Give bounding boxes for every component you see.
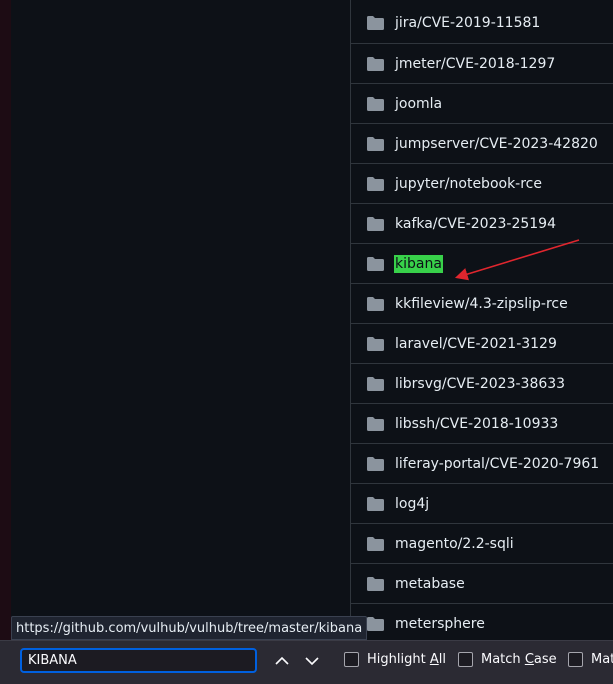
folder-icon <box>367 296 384 311</box>
folder-row[interactable]: kkfileview/4.3-zipslip-rce <box>351 284 613 324</box>
folder-row[interactable]: joomla <box>351 84 613 124</box>
folder-icon <box>367 56 384 71</box>
match-case-checkbox[interactable] <box>458 652 473 667</box>
folder-list: jira/CVE-2019-11581 jmeter/CVE-2018-1297 j… <box>351 2 613 640</box>
status-url: https://github.com/vulhub/vulhub/tree/ma… <box>11 616 368 640</box>
folder-link[interactable]: laravel/CVE-2021-3129 <box>394 335 558 353</box>
folder-link[interactable]: kafka/CVE-2023-25194 <box>394 215 557 233</box>
folder-icon <box>367 496 384 511</box>
highlight-all-checkbox[interactable] <box>344 652 359 667</box>
folder-link[interactable]: metersphere <box>394 615 486 633</box>
folder-icon <box>367 456 384 471</box>
folder-row[interactable]: laravel/CVE-2021-3129 <box>351 324 613 364</box>
folder-link[interactable]: log4j <box>394 495 430 513</box>
folder-icon <box>367 96 384 111</box>
folder-icon <box>367 136 384 151</box>
folder-link[interactable]: jira/CVE-2019-11581 <box>394 14 541 32</box>
folder-row[interactable]: librsvg/CVE-2023-38633 <box>351 364 613 404</box>
folder-row[interactable]: kafka/CVE-2023-25194 <box>351 204 613 244</box>
folder-link[interactable]: jmeter/CVE-2018-1297 <box>394 55 556 73</box>
file-list: jira/CVE-2019-11581 jmeter/CVE-2018-1297 j… <box>350 0 613 640</box>
find-next-button[interactable] <box>299 650 325 672</box>
folder-icon <box>367 616 384 631</box>
folder-link[interactable]: kkfileview/4.3-zipslip-rce <box>394 295 569 313</box>
window-edge <box>0 0 11 684</box>
folder-icon <box>367 15 384 30</box>
match-diacritics-checkbox[interactable] <box>568 652 583 667</box>
folder-link[interactable]: jupyter/notebook-rce <box>394 175 543 193</box>
folder-icon <box>367 176 384 191</box>
folder-link[interactable]: kibana <box>394 254 443 273</box>
folder-row[interactable]: metersphere <box>351 604 613 640</box>
folder-row[interactable]: metabase <box>351 564 613 604</box>
folder-link[interactable]: magento/2.2-sqli <box>394 535 515 553</box>
folder-row[interactable]: libssh/CVE-2018-10933 <box>351 404 613 444</box>
folder-row[interactable]: jira/CVE-2019-11581 <box>351 2 613 44</box>
folder-icon <box>367 256 384 271</box>
folder-icon <box>367 536 384 551</box>
left-panel <box>11 0 350 640</box>
match-case-option[interactable]: Match Case <box>458 652 557 667</box>
folder-row[interactable]: kibana <box>351 244 613 284</box>
folder-row[interactable]: log4j <box>351 484 613 524</box>
folder-link[interactable]: metabase <box>394 575 466 593</box>
folder-row[interactable]: jupyter/notebook-rce <box>351 164 613 204</box>
folder-link[interactable]: joomla <box>394 95 443 113</box>
highlight-all-option[interactable]: Highlight All <box>344 652 446 667</box>
folder-icon <box>367 376 384 391</box>
find-bar: Highlight All Match Case Mat <box>0 640 613 684</box>
folder-link[interactable]: librsvg/CVE-2023-38633 <box>394 375 566 393</box>
folder-link[interactable]: jumpserver/CVE-2023-42820 <box>394 135 599 153</box>
folder-link[interactable]: liferay-portal/CVE-2020-7961 <box>394 455 600 473</box>
find-previous-button[interactable] <box>269 650 295 672</box>
folder-row[interactable]: jumpserver/CVE-2023-42820 <box>351 124 613 164</box>
folder-icon <box>367 216 384 231</box>
folder-icon <box>367 416 384 431</box>
folder-link[interactable]: libssh/CVE-2018-10933 <box>394 415 559 433</box>
folder-icon <box>367 576 384 591</box>
chevron-up-icon <box>275 656 289 665</box>
chevron-down-icon <box>305 657 319 666</box>
folder-row[interactable]: magento/2.2-sqli <box>351 524 613 564</box>
folder-row[interactable]: liferay-portal/CVE-2020-7961 <box>351 444 613 484</box>
match-diacritics-option[interactable]: Mat <box>568 652 613 667</box>
folder-icon <box>367 336 384 351</box>
folder-row[interactable]: jmeter/CVE-2018-1297 <box>351 44 613 84</box>
find-input[interactable] <box>20 648 257 673</box>
